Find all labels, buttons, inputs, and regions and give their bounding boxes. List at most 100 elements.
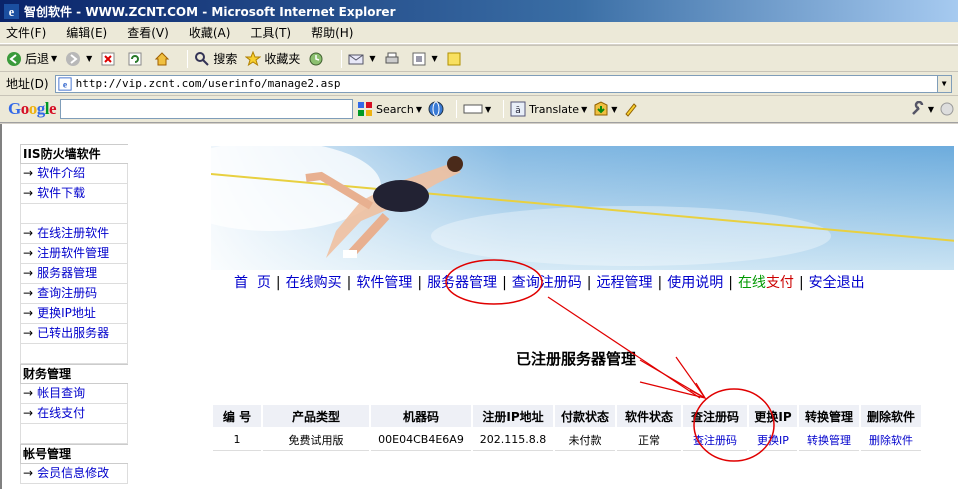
nav-separator: | [502, 275, 507, 291]
nav-usage-guide[interactable]: 使用说明 [667, 275, 723, 291]
sidebar-item-software-intro[interactable]: → 软件介绍 [20, 164, 128, 184]
google-settings-button[interactable]: ▼ [910, 101, 954, 117]
query-code-link[interactable]: 查注册码 [683, 429, 747, 451]
stop-button[interactable] [100, 51, 119, 67]
address-input[interactable]: e http://vip.zcnt.com/userinfo/manage2.a… [54, 74, 952, 93]
menu-view[interactable]: 查看(V) [127, 24, 169, 41]
sidebar-item-member-info[interactable]: → 会员信息修改 [20, 464, 128, 484]
google-autofill-button[interactable] [623, 101, 639, 117]
nav-server-manage[interactable]: 服务器管理 [427, 275, 497, 291]
nav-logout[interactable]: 安全退出 [809, 275, 865, 291]
translate-icon: ā [510, 101, 526, 117]
transfer-manage-link[interactable]: 转换管理 [799, 429, 859, 451]
history-button[interactable] [308, 51, 327, 67]
high-jump-banner [211, 146, 957, 270]
edit-button[interactable]: ▼ [411, 51, 438, 67]
sidebar-section-title: 帐号管理 [20, 444, 128, 464]
settings-dropdown-icon[interactable]: ▼ [928, 105, 934, 114]
google-highlight-button[interactable]: ▼ [463, 103, 491, 115]
translate-dropdown-icon[interactable]: ▼ [581, 105, 587, 114]
menu-edit[interactable]: 编辑(E) [66, 24, 107, 41]
refresh-button[interactable] [127, 51, 146, 67]
delete-software-link[interactable]: 删除软件 [861, 429, 921, 451]
nav-online-pay-part2: 支付 [765, 275, 794, 291]
google-send-button[interactable]: ▼ [593, 101, 617, 117]
menu-tools[interactable]: 工具(T) [250, 24, 291, 41]
messenger-button[interactable] [446, 51, 465, 67]
sidebar-item-online-pay[interactable]: → 在线支付 [20, 404, 128, 424]
note-icon [447, 52, 461, 65]
sidebar-item-server-manage[interactable]: → 服务器管理 [20, 264, 128, 284]
cell-pay-status: 未付款 [555, 429, 615, 451]
sidebar-item-label: 查询注册码 [37, 286, 98, 300]
mail-button[interactable]: ▼ [348, 51, 376, 67]
nav-online-pay[interactable]: 在线支付 [738, 275, 794, 291]
arrow-icon: → [23, 266, 34, 280]
nav-buy-online[interactable]: 在线购买 [286, 275, 342, 291]
cell-id: 1 [213, 429, 261, 451]
col-header-transfer: 转换管理 [799, 405, 859, 427]
menu-help[interactable]: 帮助(H) [311, 24, 353, 41]
nav-separator: | [417, 275, 423, 291]
globe-icon [428, 101, 444, 117]
sidebar-item-label: 注册软件管理 [37, 246, 110, 260]
favorites-button[interactable]: 收藏夹 [245, 50, 300, 67]
google-search-button[interactable]: Search ▼ [357, 101, 422, 117]
arrow-icon: → [23, 166, 34, 180]
home-icon [155, 51, 170, 65]
menu-file[interactable]: 文件(F) [6, 24, 46, 41]
arrow-icon: → [23, 186, 34, 200]
edit-page-icon [412, 52, 426, 65]
google-logo: Google [8, 99, 57, 118]
col-header-product-type: 产品类型 [263, 405, 369, 427]
edit-dropdown-icon[interactable]: ▼ [432, 54, 438, 63]
back-label: 后退 [25, 52, 50, 66]
sidebar-item-transferred[interactable]: → 已转出服务器 [20, 324, 128, 344]
print-button[interactable] [384, 51, 403, 67]
sidebar-item-label: 已转出服务器 [37, 326, 110, 340]
search-label: 搜索 [213, 52, 238, 66]
search-button[interactable]: 搜索 [194, 50, 237, 67]
google-search-dropdown-icon[interactable]: ▼ [416, 105, 422, 114]
toolbar-separator [341, 49, 343, 68]
standard-toolbar: 后退 ▼ ▼ 搜索 收藏夹 ▼ ▼ [0, 45, 958, 71]
menu-favorites[interactable]: 收藏(A) [189, 24, 231, 41]
google-translate-button[interactable]: ā Translate ▼ [510, 101, 587, 117]
mail-dropdown-icon[interactable]: ▼ [369, 54, 375, 63]
sidebar-item-query-code[interactable]: → 查询注册码 [20, 284, 128, 304]
sidebar-item-registered-software[interactable]: → 注册软件管理 [20, 244, 128, 264]
stop-icon [101, 52, 115, 65]
sidebar-item-account-query[interactable]: → 帐目查询 [20, 384, 128, 404]
nav-online-pay-part1: 在线 [737, 275, 766, 291]
home-button[interactable] [154, 51, 173, 67]
page-icon: e [58, 76, 72, 91]
table-header-row: 编 号 产品类型 机器码 注册IP地址 付款状态 软件状态 查注册码 更换IP … [213, 405, 921, 427]
nav-software-manage[interactable]: 软件管理 [356, 275, 412, 291]
back-dropdown-icon[interactable]: ▼ [51, 54, 57, 63]
forward-button[interactable]: ▼ [65, 51, 92, 67]
col-header-id: 编 号 [213, 405, 261, 427]
nav-remote-manage[interactable]: 远程管理 [597, 275, 653, 291]
sidebar-item-change-ip[interactable]: → 更换IP地址 [20, 304, 128, 324]
nav-home[interactable]: 首 页 [234, 275, 271, 291]
change-ip-link[interactable]: 更换IP [749, 429, 797, 451]
signin-circle-icon[interactable] [940, 102, 954, 116]
address-dropdown-icon[interactable]: ▼ [936, 75, 951, 92]
sidebar-item-label: 服务器管理 [37, 266, 98, 280]
col-header-machine-code: 机器码 [371, 405, 471, 427]
forward-dropdown-icon[interactable]: ▼ [86, 54, 92, 63]
google-globe-button[interactable] [428, 101, 444, 117]
col-header-change-ip: 更换IP [749, 405, 797, 427]
sidebar-item-label: 软件下载 [37, 186, 86, 200]
sidebar-item-software-download[interactable]: → 软件下载 [20, 184, 128, 204]
col-header-query-code: 查注册码 [683, 405, 747, 427]
sidebar-item-online-register[interactable]: → 在线注册软件 [20, 224, 128, 244]
google-search-input[interactable] [60, 99, 354, 119]
send-dropdown-icon[interactable]: ▼ [611, 105, 617, 114]
back-button[interactable]: 后退 ▼ [6, 50, 57, 67]
favorites-label: 收藏夹 [264, 52, 301, 66]
address-bar: 地址(D) e http://vip.zcnt.com/userinfo/man… [0, 71, 958, 95]
highlight-dropdown-icon[interactable]: ▼ [485, 105, 491, 114]
nav-query-code[interactable]: 查询注册码 [512, 275, 582, 291]
menu-bar: 文件(F) 编辑(E) 查看(V) 收藏(A) 工具(T) 帮助(H) [0, 22, 958, 44]
